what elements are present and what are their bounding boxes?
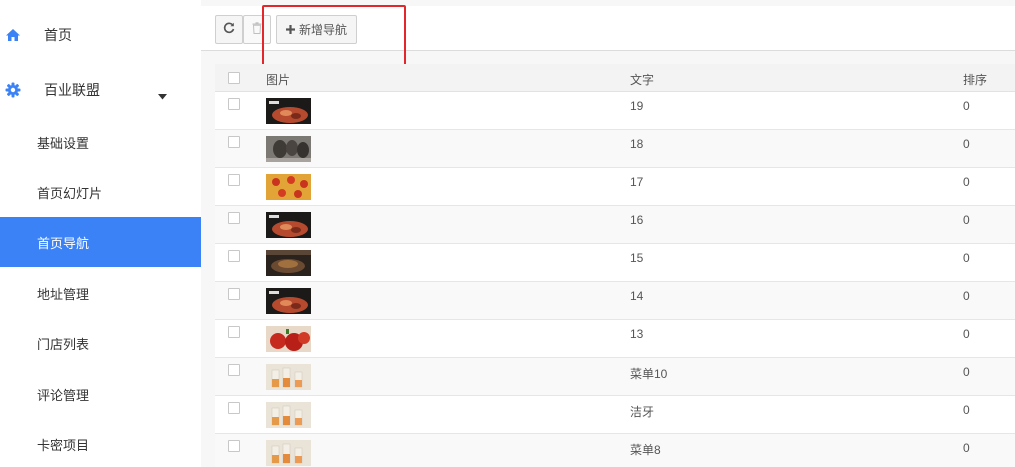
row-checkbox[interactable] [228, 402, 240, 414]
row-thumbnail [266, 250, 311, 276]
row-text: 18 [630, 137, 644, 151]
sidebar-group-label: 百业联盟 [44, 82, 100, 98]
table-row[interactable]: 17 0 [215, 168, 1015, 206]
sidebar-item[interactable]: 首页导航 [0, 217, 201, 267]
row-sort: 0 [963, 99, 970, 113]
row-thumbnail [266, 402, 311, 428]
row-thumbnail [266, 326, 311, 352]
column-header-text: 文字 [630, 73, 655, 87]
row-sort: 0 [963, 175, 970, 189]
caret-down-icon[interactable] [158, 88, 167, 103]
sidebar-item-label: 地址管理 [37, 286, 90, 302]
row-text: 14 [630, 289, 644, 303]
table-row[interactable]: 15 0 [215, 244, 1015, 282]
sidebar-item[interactable]: 门店列表 [0, 318, 201, 368]
row-thumbnail [266, 440, 311, 466]
sidebar-item[interactable]: 首页幻灯片 [0, 167, 201, 217]
row-text: 菜单10 [630, 367, 668, 381]
row-text: 19 [630, 99, 644, 113]
row-thumbnail [266, 136, 311, 162]
row-thumbnail [266, 174, 311, 200]
row-sort: 0 [963, 137, 970, 151]
sidebar-item-home-label: 首页 [44, 27, 72, 43]
sidebar-item-label: 基础设置 [37, 135, 90, 151]
nav-table: 图片 文字 排序 19 0 18 0 17 0 16 0 15 0 14 0 13 0 菜单10 0 洁牙 0 菜单… [215, 64, 1015, 467]
table-row[interactable]: 14 0 [215, 282, 1015, 320]
row-checkbox[interactable] [228, 174, 240, 186]
row-checkbox[interactable] [228, 212, 240, 224]
row-text: 13 [630, 327, 644, 341]
table-row[interactable]: 16 0 [215, 206, 1015, 244]
row-checkbox[interactable] [228, 288, 240, 300]
row-text: 16 [630, 213, 644, 227]
column-header-image: 图片 [266, 73, 291, 87]
table-row[interactable]: 菜单10 0 [215, 358, 1015, 396]
table-body: 19 0 18 0 17 0 16 0 15 0 14 0 13 0 菜单10 0 洁牙 0 菜单8 0 [215, 92, 1015, 467]
row-thumbnail [266, 212, 311, 238]
row-checkbox[interactable] [228, 440, 240, 452]
sidebar-item-home[interactable]: 首页 [0, 15, 201, 55]
row-checkbox[interactable] [228, 326, 240, 338]
sidebar-group-alliance[interactable]: 百业联盟 [0, 70, 201, 110]
trash-icon [252, 22, 262, 37]
table-row[interactable]: 18 0 [215, 130, 1015, 168]
table-row[interactable]: 洁牙 0 [215, 396, 1015, 434]
row-sort: 0 [963, 365, 970, 379]
table-row[interactable]: 菜单8 0 [215, 434, 1015, 467]
row-thumbnail [266, 364, 311, 390]
gear-icon [2, 82, 24, 98]
refresh-button[interactable] [215, 15, 243, 44]
row-checkbox[interactable] [228, 136, 240, 148]
refresh-icon [223, 22, 235, 37]
row-sort: 0 [963, 327, 970, 341]
row-checkbox[interactable] [228, 250, 240, 262]
row-text: 15 [630, 251, 644, 265]
sidebar-item[interactable]: 卡密项目 [0, 419, 201, 467]
table-header: 图片 文字 排序 [215, 64, 1015, 92]
sidebar-item-label: 首页幻灯片 [37, 185, 103, 201]
row-text: 洁牙 [630, 405, 655, 419]
row-sort: 0 [963, 441, 970, 455]
row-checkbox[interactable] [228, 98, 240, 110]
row-sort: 0 [963, 251, 970, 265]
row-sort: 0 [963, 213, 970, 227]
sidebar-item-label: 首页导航 [37, 235, 90, 251]
row-thumbnail [266, 98, 311, 124]
sidebar-item[interactable]: 地址管理 [0, 268, 201, 318]
sidebar-item[interactable]: 评论管理 [0, 369, 201, 419]
sidebar: 首页 百业联盟 基础设置首页幻灯片首页导航地址管理门店列表评论管理卡密项目 [0, 0, 201, 467]
sidebar-item[interactable]: 基础设置 [0, 117, 201, 167]
row-text: 17 [630, 175, 644, 189]
sidebar-item-label: 门店列表 [37, 336, 90, 352]
row-sort: 0 [963, 403, 970, 417]
column-header-sort: 排序 [963, 73, 988, 87]
table-row[interactable]: 13 0 [215, 320, 1015, 358]
row-thumbnail [266, 288, 311, 314]
sidebar-item-label: 评论管理 [37, 387, 90, 403]
table-row[interactable]: 19 0 [215, 92, 1015, 130]
select-all-checkbox[interactable] [228, 72, 240, 84]
row-text: 菜单8 [630, 443, 661, 457]
home-icon [2, 28, 24, 42]
row-checkbox[interactable] [228, 364, 240, 376]
row-sort: 0 [963, 289, 970, 303]
sidebar-item-label: 卡密项目 [37, 437, 90, 453]
